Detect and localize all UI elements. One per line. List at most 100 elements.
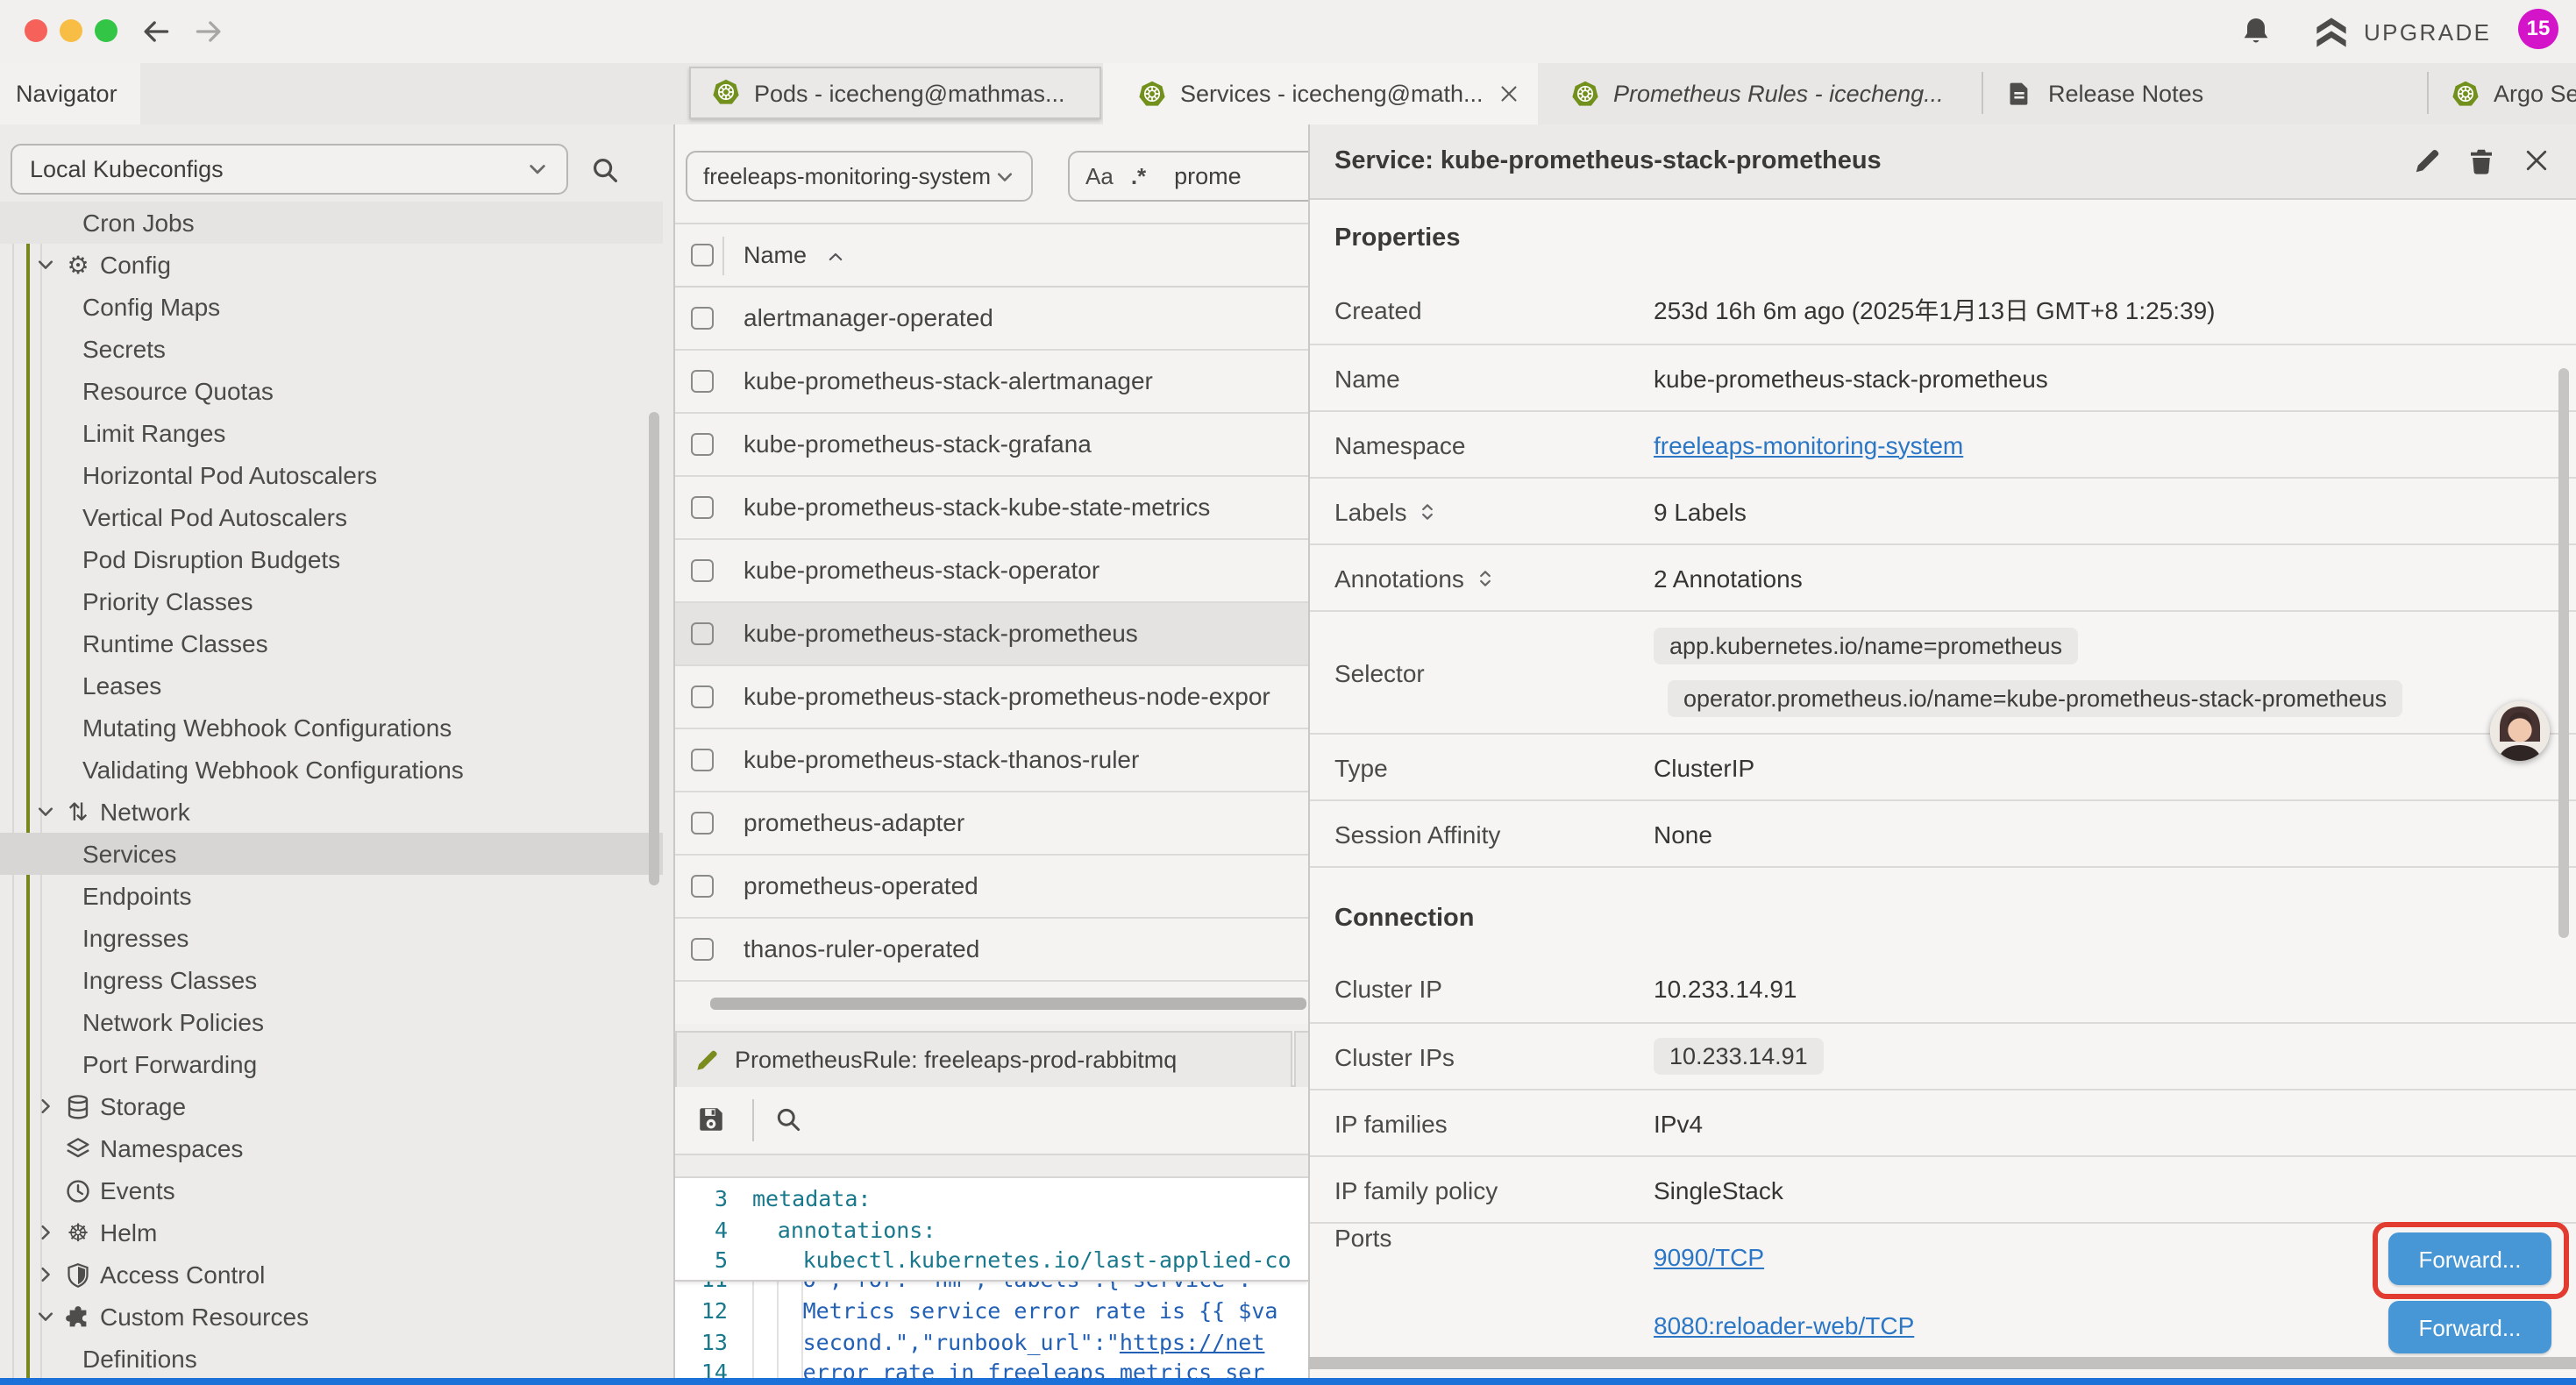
sidebar-item-definitions[interactable]: Definitions xyxy=(0,1338,675,1378)
regex-toggle[interactable]: .* xyxy=(1131,163,1146,189)
yaml-editor[interactable]: 11o", for: "nm", labels :{ service :12Me… xyxy=(675,1178,1308,1378)
editor-tab-prometheusrule[interactable]: PrometheusRule: freeleaps-prod-rabbitmq xyxy=(675,1031,1292,1087)
chevron-down-icon[interactable] xyxy=(35,801,56,822)
row-checkbox[interactable] xyxy=(691,749,714,771)
notifications-bell-icon[interactable] xyxy=(2241,16,2271,46)
code-link[interactable]: https://net xyxy=(1120,1328,1265,1354)
expand-sorter-icon[interactable] xyxy=(1418,501,1439,522)
row-checkbox[interactable] xyxy=(691,559,714,582)
table-row-prometheus-adapter[interactable]: prometheus-adapter xyxy=(675,792,1308,856)
table-row-prometheus-operated[interactable]: prometheus-operated xyxy=(675,856,1308,919)
sidebar-item-horizontal-pod-autoscalers[interactable]: Horizontal Pod Autoscalers xyxy=(0,454,675,496)
port-link-8080-reloader-web-tcp[interactable]: 8080:reloader-web/TCP xyxy=(1654,1311,1914,1339)
sidebar-item-endpoints[interactable]: Endpoints xyxy=(0,875,675,917)
sidebar-item-port-forwarding[interactable]: Port Forwarding xyxy=(0,1043,675,1085)
chevron-down-icon[interactable] xyxy=(35,1306,56,1327)
sidebar-item-runtime-classes[interactable]: Runtime Classes xyxy=(0,622,675,664)
delete-trash-icon[interactable] xyxy=(2467,147,2495,175)
match-case-toggle[interactable]: Aa xyxy=(1085,163,1114,189)
sidebar-item-config-maps[interactable]: Config Maps xyxy=(0,286,675,328)
table-row-kube-prometheus-stack-prometheus-node-expor[interactable]: kube-prometheus-stack-prometheus-node-ex… xyxy=(675,666,1308,729)
sidebar-search-icon[interactable] xyxy=(591,156,619,184)
name-column-header[interactable]: Name xyxy=(744,242,807,268)
sidebar-item-secrets[interactable]: Secrets xyxy=(0,328,675,370)
sidebar-item-network-policies[interactable]: Network Policies xyxy=(0,1001,675,1043)
sort-ascending-icon[interactable] xyxy=(826,247,845,266)
table-row-alertmanager-operated[interactable]: alertmanager-operated xyxy=(675,288,1308,351)
table-row-thanos-ruler-operated[interactable]: thanos-ruler-operated xyxy=(675,919,1308,982)
maximize-window-button[interactable] xyxy=(95,19,117,42)
user-avatar[interactable] xyxy=(2490,701,2550,761)
row-checkbox[interactable] xyxy=(691,812,714,835)
sidebar-item-services[interactable]: Services xyxy=(0,833,663,875)
sidebar-item-validating-webhook-configurations[interactable]: Validating Webhook Configurations xyxy=(0,749,675,791)
expand-sorter-icon[interactable] xyxy=(1475,567,1496,588)
table-row-kube-prometheus-stack-thanos-ruler[interactable]: kube-prometheus-stack-thanos-ruler xyxy=(675,729,1308,792)
close-icon[interactable] xyxy=(2522,146,2551,175)
close-icon[interactable] xyxy=(1498,82,1520,105)
row-checkbox[interactable] xyxy=(691,496,714,519)
close-window-button[interactable] xyxy=(25,19,47,42)
forward-button[interactable]: Forward... xyxy=(2388,1301,2551,1353)
sidebar-item-vertical-pod-autoscalers[interactable]: Vertical Pod Autoscalers xyxy=(0,496,675,538)
sidebar-item-ingress-classes[interactable]: Ingress Classes xyxy=(0,959,675,1001)
editor-tab-partial[interactable] xyxy=(1294,1031,1308,1087)
table-row-kube-prometheus-stack-operator[interactable]: kube-prometheus-stack-operator xyxy=(675,540,1308,603)
sidebar-item-namespaces[interactable]: Namespaces xyxy=(0,1127,675,1169)
row-checkbox[interactable] xyxy=(691,370,714,393)
filter-input[interactable]: Aa .* prome xyxy=(1068,151,1308,202)
sidebar-item-access-control[interactable]: Access Control xyxy=(0,1254,675,1296)
tab-release-notes[interactable]: Release Notes xyxy=(1985,63,2429,124)
save-icon[interactable] xyxy=(696,1104,726,1134)
namespace-select[interactable]: freeleaps-monitoring-system xyxy=(686,151,1033,202)
sidebar-item-helm[interactable]: ☸Helm xyxy=(0,1211,675,1254)
kubeconfig-select[interactable]: Local Kubeconfigs xyxy=(11,144,568,195)
table-row-kube-prometheus-stack-prometheus[interactable]: kube-prometheus-stack-prometheus xyxy=(675,603,1308,666)
detail-vertical-scrollbar[interactable] xyxy=(2558,368,2569,938)
sidebar-item-leases[interactable]: Leases xyxy=(0,664,675,707)
tab-prometheus-rules-icecheng[interactable]: Prometheus Rules - icecheng... xyxy=(1550,63,1983,124)
row-checkbox[interactable] xyxy=(691,622,714,645)
upgrade-button[interactable]: UPGRADE xyxy=(2315,12,2491,51)
edit-pencil-icon[interactable] xyxy=(2413,147,2441,175)
row-checkbox[interactable] xyxy=(691,433,714,456)
tab-services-icecheng-math[interactable]: Services - icecheng@math... xyxy=(1103,63,1538,124)
chevron-right-icon[interactable] xyxy=(35,1096,56,1117)
row-checkbox[interactable] xyxy=(691,685,714,708)
sidebar-item-mutating-webhook-configurations[interactable]: Mutating Webhook Configurations xyxy=(0,707,675,749)
list-horizontal-scrollbar[interactable] xyxy=(710,998,1306,1010)
tab-pods-icecheng-mathmas[interactable]: Pods - icecheng@mathmas... xyxy=(689,67,1101,119)
editor-search-icon[interactable] xyxy=(775,1106,801,1133)
tab-argo-se[interactable]: Argo Se xyxy=(2430,63,2576,124)
port-link-9090-tcp[interactable]: 9090/TCP xyxy=(1654,1243,1764,1271)
back-button[interactable] xyxy=(140,16,172,47)
sidebar-item-custom-resources[interactable]: Custom Resources xyxy=(0,1296,675,1338)
sidebar-item-pod-disruption-budgets[interactable]: Pod Disruption Budgets xyxy=(0,538,675,580)
row-checkbox[interactable] xyxy=(691,938,714,961)
namespace-link[interactable]: freeleaps-monitoring-system xyxy=(1654,430,1963,458)
chevron-right-icon[interactable] xyxy=(35,1264,56,1285)
sidebar-item-ingresses[interactable]: Ingresses xyxy=(0,917,675,959)
sidebar-item-resource-quotas[interactable]: Resource Quotas xyxy=(0,370,675,412)
row-checkbox[interactable] xyxy=(691,307,714,330)
sidebar-scrollbar[interactable] xyxy=(649,412,659,885)
chevron-down-icon[interactable] xyxy=(35,254,56,275)
table-row-kube-prometheus-stack-alertmanager[interactable]: kube-prometheus-stack-alertmanager xyxy=(675,351,1308,414)
table-row-kube-prometheus-stack-kube-state-metrics[interactable]: kube-prometheus-stack-kube-state-metrics xyxy=(675,477,1308,540)
select-all-checkbox[interactable] xyxy=(691,244,714,266)
sidebar-item-config[interactable]: ⚙Config xyxy=(0,244,675,286)
minimize-window-button[interactable] xyxy=(60,19,82,42)
detail-horizontal-scrollbar[interactable] xyxy=(1308,1357,2576,1369)
forward-button[interactable] xyxy=(193,16,224,47)
sidebar-item-limit-ranges[interactable]: Limit Ranges xyxy=(0,412,675,454)
sidebar-item-cron-jobs[interactable]: Cron Jobs xyxy=(0,202,663,244)
tab-navigator[interactable]: Navigator xyxy=(0,63,140,124)
table-row-kube-prometheus-stack-grafana[interactable]: kube-prometheus-stack-grafana xyxy=(675,414,1308,477)
sidebar-item-network[interactable]: ⇅Network xyxy=(0,791,675,833)
row-checkbox[interactable] xyxy=(691,875,714,898)
notification-badge[interactable]: 15 xyxy=(2518,8,2558,48)
sidebar-item-events[interactable]: Events xyxy=(0,1169,675,1211)
chevron-right-icon[interactable] xyxy=(35,1222,56,1243)
sidebar-item-storage[interactable]: Storage xyxy=(0,1085,675,1127)
sidebar-item-priority-classes[interactable]: Priority Classes xyxy=(0,580,675,622)
